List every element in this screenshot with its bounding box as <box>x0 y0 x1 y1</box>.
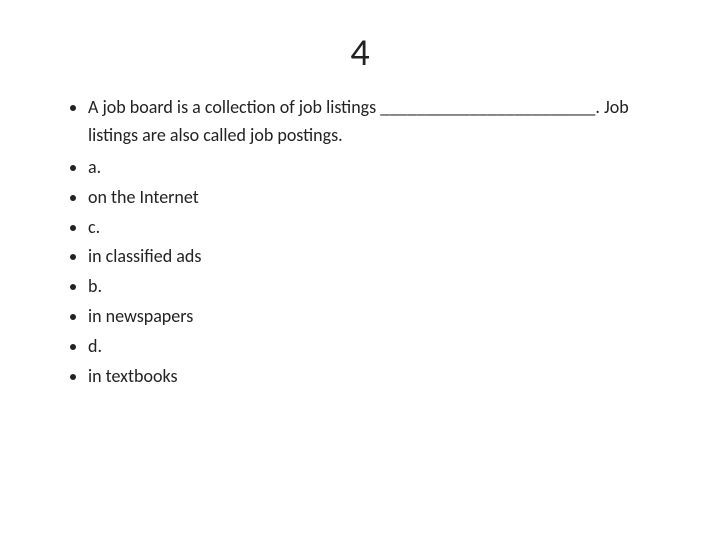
slide-page: 4 A job board is a collection of job lis… <box>0 0 720 540</box>
classified-ads-text: in classified ads <box>88 245 201 267</box>
d-label-text: d. <box>88 335 102 357</box>
list-item-c-label: c. <box>88 214 670 242</box>
list-item-in-newspapers: in newspapers <box>88 303 670 331</box>
a-label-text: a. <box>88 156 101 178</box>
list-item-intro: A job board is a collection of job listi… <box>88 94 670 150</box>
slide-content: A job board is a collection of job listi… <box>50 94 670 393</box>
on-internet-text: on the Internet <box>88 186 199 208</box>
list-item-in-textbooks: in textbooks <box>88 363 670 391</box>
list-item-classified-ads: in classified ads <box>88 243 670 271</box>
slide-number: 4 <box>350 30 369 76</box>
list-item-on-internet: on the Internet <box>88 184 670 212</box>
intro-text: A job board is a collection of job listi… <box>88 96 629 146</box>
list-item-a-label: a. <box>88 154 670 182</box>
c-label-text: c. <box>88 216 100 238</box>
in-newspapers-text: in newspapers <box>88 305 193 327</box>
list-item-d-label: d. <box>88 333 670 361</box>
in-textbooks-text: in textbooks <box>88 365 178 387</box>
list-item-b-label: b. <box>88 273 670 301</box>
bullet-list: A job board is a collection of job listi… <box>60 94 670 391</box>
b-label-text: b. <box>88 275 102 297</box>
